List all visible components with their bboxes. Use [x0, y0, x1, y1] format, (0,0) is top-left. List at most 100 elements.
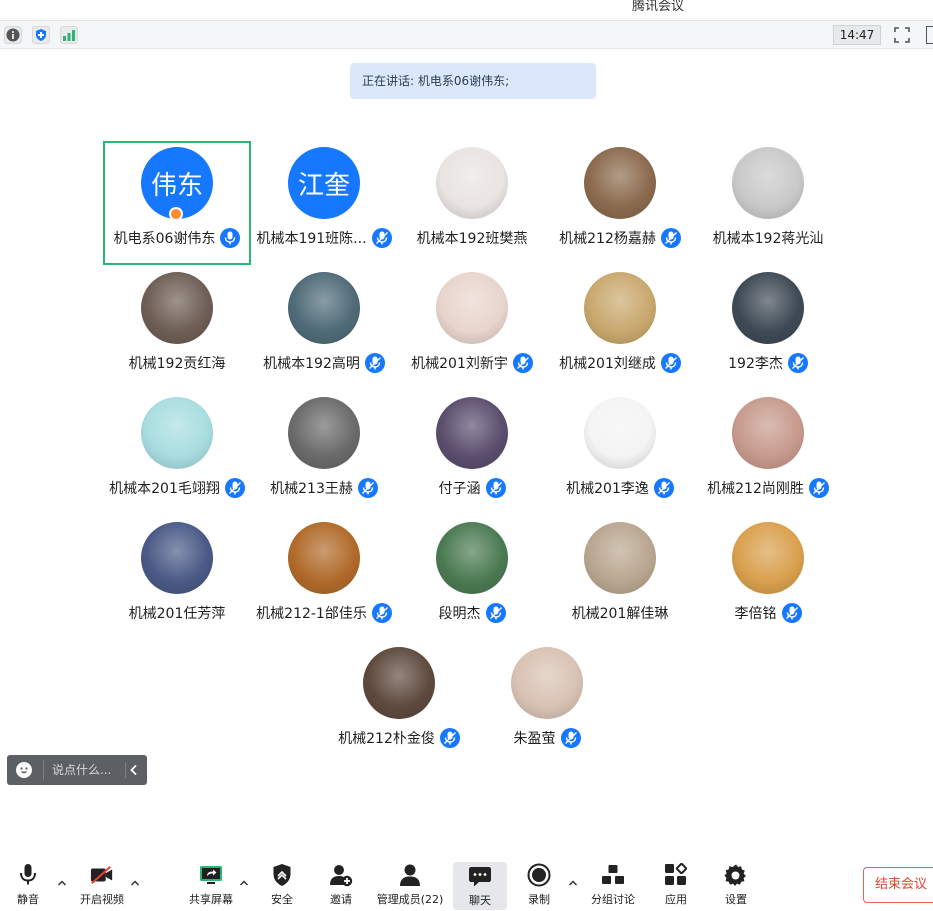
participant-name: 机械213王赫	[270, 481, 353, 497]
participant-tile[interactable]: 机械本201毛翊翔	[103, 391, 251, 515]
participant-name-row: 机械192贡红海	[95, 352, 259, 374]
participant-tile[interactable]: 机械212杨嘉赫	[546, 141, 694, 265]
window-title: 腾讯会议	[632, 0, 685, 14]
chat-input[interactable]	[43, 760, 121, 780]
host-badge-icon	[169, 207, 183, 221]
mute-button[interactable]: 静音	[12, 863, 44, 909]
participant-name: 朱盈萤	[513, 731, 556, 747]
apps-label: 应用	[665, 893, 687, 906]
record-label: 录制	[528, 893, 550, 906]
end-meeting-button[interactable]: 结束会议	[863, 867, 933, 903]
microphone-muted-icon	[357, 478, 378, 498]
emoji-icon[interactable]	[16, 762, 32, 778]
participant-tile[interactable]: 机械本192班樊燕	[398, 141, 546, 265]
avatar	[436, 272, 508, 344]
participant-tile[interactable]: 江奎 机械本191班陈...	[250, 141, 398, 265]
participant-tile[interactable]: 机械201李逸	[546, 391, 694, 515]
participant-tile[interactable]: 伟东 机电系06谢伟东	[103, 141, 251, 265]
participant-tile[interactable]: 机械212朴金俊	[325, 641, 473, 765]
breakout-rooms-button[interactable]: 分组讨论	[588, 863, 638, 909]
participant-name: 机电系06谢伟东	[113, 231, 216, 247]
participant-name-row: 段明杰	[390, 602, 554, 624]
meeting-toolbar: 静音 开启视频 共享屏幕 安全 邀请 管理成员(22) 聊天 录制 分组讨论 应…	[0, 860, 933, 911]
security-label: 安全	[271, 893, 293, 906]
invite-button[interactable]: 邀请	[325, 863, 357, 909]
avatar	[141, 522, 213, 594]
share-screen-button[interactable]: 共享屏幕	[187, 863, 235, 909]
avatar	[363, 647, 435, 719]
microphone-muted-icon	[808, 478, 829, 498]
participant-tile[interactable]: 机械本192蒋光汕	[694, 141, 842, 265]
participant-tile[interactable]: 付子涵	[398, 391, 546, 515]
chevron-up-icon[interactable]	[57, 878, 67, 888]
participant-name: 机械192贡红海	[128, 356, 226, 372]
participant-tile[interactable]: 机械192贡红海	[103, 266, 251, 390]
microphone-muted-icon	[439, 728, 460, 748]
mute-label: 静音	[17, 893, 39, 906]
participant-name-row: 机械212-1邰佳乐	[242, 602, 406, 624]
fullscreen-icon[interactable]	[893, 26, 911, 44]
participant-name-row: 机械213王赫	[242, 477, 406, 499]
security-button[interactable]: 安全	[266, 863, 298, 909]
microphone-muted-icon	[660, 353, 681, 373]
participant-tile[interactable]: 段明杰	[398, 516, 546, 640]
manage-members-button[interactable]: 管理成员(22)	[374, 863, 446, 909]
participant-name: 机械212杨嘉赫	[559, 231, 656, 247]
participant-name: 机械201任芳萍	[128, 606, 226, 622]
avatar	[288, 522, 360, 594]
participant-tile[interactable]: 机械201刘新宇	[398, 266, 546, 390]
avatar	[436, 397, 508, 469]
settings-button[interactable]: 设置	[720, 863, 752, 909]
chat-button[interactable]: 聊天	[453, 862, 507, 910]
meeting-info-bar: 14:47	[0, 20, 933, 49]
participant-name-row: 机械本192蒋光汕	[686, 227, 850, 249]
participant-tile[interactable]: 机械212-1邰佳乐	[250, 516, 398, 640]
participant-tile[interactable]: 机械201任芳萍	[103, 516, 251, 640]
participant-tile[interactable]: 机械201解佳琳	[546, 516, 694, 640]
participant-name-row: 机械201解佳琳	[538, 602, 702, 624]
avatar	[141, 397, 213, 469]
microphone-icon	[16, 863, 40, 887]
participant-tile[interactable]: 机械212尚刚胜	[694, 391, 842, 515]
active-speaker-banner: 正在讲话: 机电系06谢伟东;	[350, 63, 596, 99]
participant-name: 机械212尚刚胜	[707, 481, 804, 497]
participant-tile[interactable]: 192李杰	[694, 266, 842, 390]
side-panel-icon[interactable]	[926, 26, 933, 44]
participant-name-row: 机械201刘继成	[538, 352, 702, 374]
chevron-up-icon[interactable]	[239, 878, 249, 888]
participant-name-row: 李倍铭	[686, 602, 850, 624]
record-button[interactable]: 录制	[523, 863, 555, 909]
avatar	[511, 647, 583, 719]
gear-icon	[724, 863, 748, 887]
participant-name-row: 机械本201毛翊翔	[95, 477, 259, 499]
microphone-muted-icon	[781, 603, 802, 623]
video-button[interactable]: 开启视频	[76, 863, 128, 909]
chevron-left-icon[interactable]	[125, 762, 141, 778]
avatar	[584, 522, 656, 594]
microphone-muted-icon	[787, 353, 808, 373]
encryption-shield-icon[interactable]	[32, 26, 50, 44]
participant-name-row: 机电系06谢伟东	[95, 227, 259, 249]
participant-name: 机械212-1邰佳乐	[256, 606, 367, 622]
participant-tile[interactable]: 李倍铭	[694, 516, 842, 640]
microphone-muted-icon	[485, 603, 506, 623]
avatar	[584, 397, 656, 469]
video-label: 开启视频	[80, 893, 124, 906]
participant-name-row: 机械212尚刚胜	[686, 477, 850, 499]
participant-tile[interactable]: 机械213王赫	[250, 391, 398, 515]
apps-button[interactable]: 应用	[660, 863, 692, 909]
chevron-up-icon[interactable]	[568, 878, 578, 888]
share-screen-label: 共享屏幕	[189, 893, 233, 906]
chevron-up-icon[interactable]	[130, 878, 140, 888]
participant-name-row: 机械201李逸	[538, 477, 702, 499]
participant-tile[interactable]: 机械本192高明	[250, 266, 398, 390]
chat-quick-input	[7, 755, 147, 785]
network-signal-icon[interactable]	[60, 26, 78, 44]
info-icon[interactable]	[4, 26, 22, 44]
participant-name-row: 朱盈萤	[465, 727, 629, 749]
chat-label: 聊天	[469, 894, 491, 907]
record-icon	[527, 863, 551, 887]
participant-tile[interactable]: 机械201刘继成	[546, 266, 694, 390]
participant-tile[interactable]: 朱盈萤	[473, 641, 621, 765]
avatar	[141, 272, 213, 344]
